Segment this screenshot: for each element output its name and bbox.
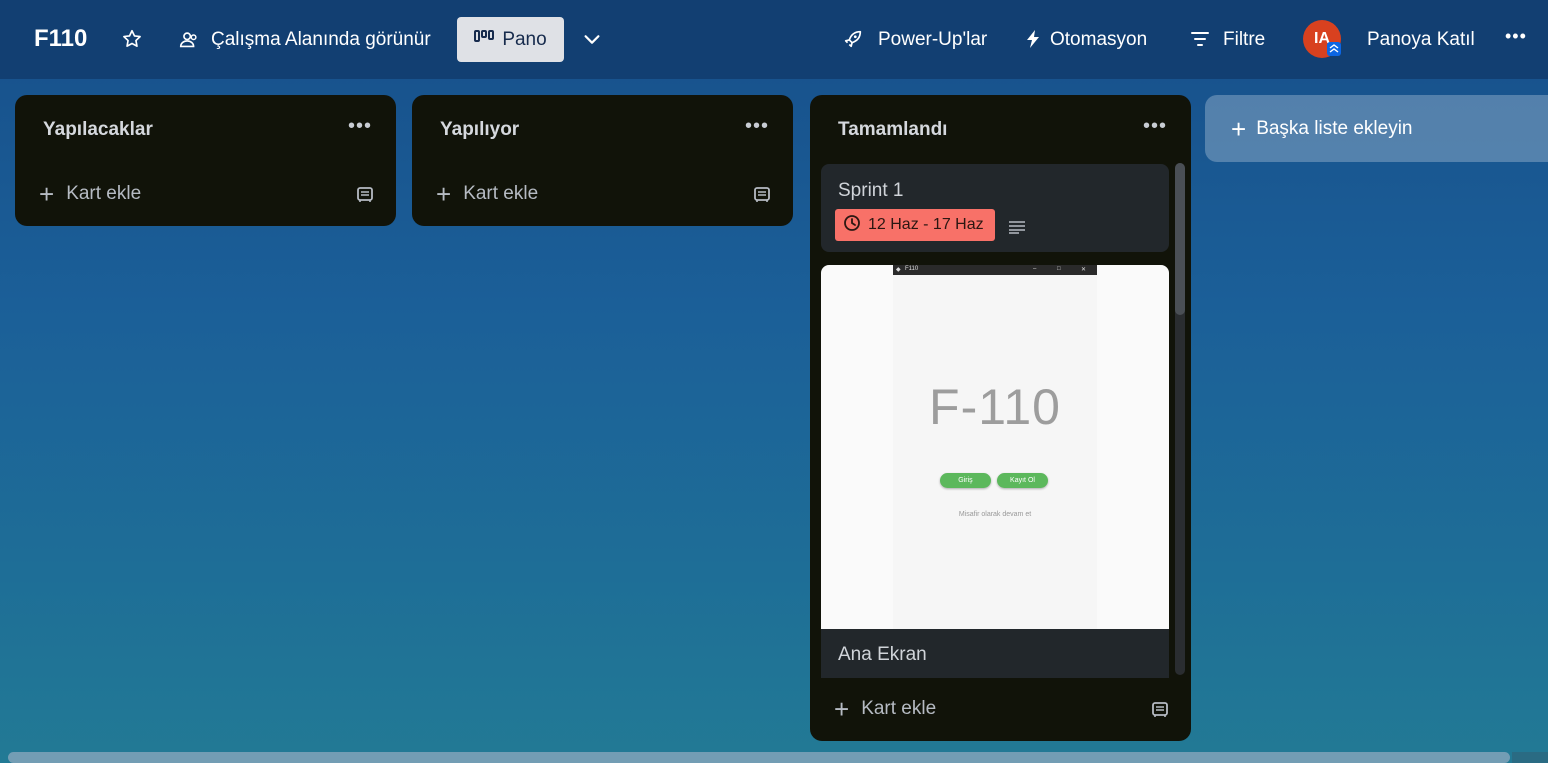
card-title: Sprint 1 xyxy=(838,180,904,201)
list-menu-button[interactable]: ••• xyxy=(745,115,769,138)
list-title[interactable]: Yapılacaklar xyxy=(43,119,153,141)
plus-icon: + xyxy=(1231,113,1247,144)
chevron-down-icon[interactable] xyxy=(581,28,603,50)
admin-badge-icon xyxy=(1327,42,1341,56)
cover-login-button: Giriş xyxy=(940,473,991,488)
add-list-label: Başka liste ekleyin xyxy=(1256,117,1413,139)
cover-app-icon: ◆ xyxy=(896,267,901,273)
add-list-button[interactable]: + Başka liste ekleyin xyxy=(1205,95,1548,162)
cover-guest-link: Misafir olarak devam et xyxy=(958,511,1032,518)
list-menu-button[interactable]: ••• xyxy=(1143,115,1167,138)
add-card-label: Kart ekle xyxy=(66,183,142,204)
board-scrollbar-track-end xyxy=(1512,752,1548,763)
board-horizontal-scrollbar[interactable] xyxy=(8,752,1510,763)
due-date-badge[interactable]: 12 Haz - 17 Haz xyxy=(835,209,995,241)
list-menu-button[interactable]: ••• xyxy=(348,115,372,138)
plus-icon: + xyxy=(834,694,850,724)
card-title: Ana Ekran xyxy=(838,644,927,665)
join-board-button[interactable]: Panoya Katıl xyxy=(1367,29,1475,51)
card-template-icon[interactable] xyxy=(753,185,771,208)
visibility-button[interactable]: Çalışma Alanında görünür xyxy=(211,29,431,51)
card-template-icon[interactable] xyxy=(356,185,374,208)
list-todo: Yapılacaklar ••• + Kart ekle xyxy=(15,95,396,226)
workspace-visible-icon xyxy=(178,29,200,51)
board-header: F110 Çalışma Alanında görünür Pano Power… xyxy=(0,0,1548,79)
cover-register-button: Kayıt Ol xyxy=(997,473,1048,488)
due-date-text: 12 Haz - 17 Haz xyxy=(868,216,984,233)
list-title[interactable]: Yapılıyor xyxy=(440,119,519,141)
cover-app-screen: F-110 Giriş Kayıt Ol Misafir olarak deva… xyxy=(893,275,1097,629)
list-done: Tamamlandı ••• Sprint 1 12 Haz - 17 Haz … xyxy=(810,95,1191,741)
filter-button[interactable]: Filtre xyxy=(1223,29,1265,51)
add-card-button[interactable]: + Kart ekle xyxy=(436,181,538,207)
clock-icon xyxy=(843,214,861,237)
more-menu-button[interactable]: ••• xyxy=(1505,26,1527,47)
add-card-button[interactable]: + Kart ekle xyxy=(39,181,141,207)
plus-icon: + xyxy=(436,179,452,209)
card-cover-image: ◆ F110 – □ ✕ F-110 Giriş Kayıt Ol Misafi… xyxy=(821,265,1169,629)
card-template-icon[interactable] xyxy=(1151,700,1169,723)
plus-icon: + xyxy=(39,179,55,209)
lightning-icon xyxy=(1024,29,1042,49)
add-card-button[interactable]: + Kart ekle xyxy=(834,696,936,722)
list-title[interactable]: Tamamlandı xyxy=(838,119,947,141)
filter-icon xyxy=(1190,30,1210,48)
powerups-button[interactable]: Power-Up'lar xyxy=(878,29,987,51)
cover-window-titlebar: ◆ F110 – □ ✕ xyxy=(893,265,1097,275)
rocket-icon xyxy=(842,28,864,50)
description-icon xyxy=(1008,220,1026,239)
board-view-label: Pano xyxy=(502,28,547,50)
automation-button[interactable]: Otomasyon xyxy=(1050,29,1147,51)
card-ana-ekran[interactable]: ◆ F110 – □ ✕ F-110 Giriş Kayıt Ol Misafi… xyxy=(821,265,1169,678)
list-doing: Yapılıyor ••• + Kart ekle xyxy=(412,95,793,226)
cover-minimize-icon: – xyxy=(1033,266,1037,272)
list-scrollbar-thumb[interactable] xyxy=(1175,163,1185,315)
board-view-button[interactable]: Pano xyxy=(457,17,564,62)
board-view-icon xyxy=(474,29,495,51)
add-card-label: Kart ekle xyxy=(861,698,937,719)
cover-window-title: F110 xyxy=(905,266,919,272)
cover-maximize-icon: □ xyxy=(1057,266,1061,272)
board-title[interactable]: F110 xyxy=(34,25,87,53)
add-card-label: Kart ekle xyxy=(463,183,539,204)
cover-close-icon: ✕ xyxy=(1081,267,1087,273)
cover-app-title: F-110 xyxy=(929,379,1061,435)
star-icon[interactable] xyxy=(121,28,143,50)
card-sprint-1[interactable]: Sprint 1 12 Haz - 17 Haz xyxy=(821,164,1169,252)
